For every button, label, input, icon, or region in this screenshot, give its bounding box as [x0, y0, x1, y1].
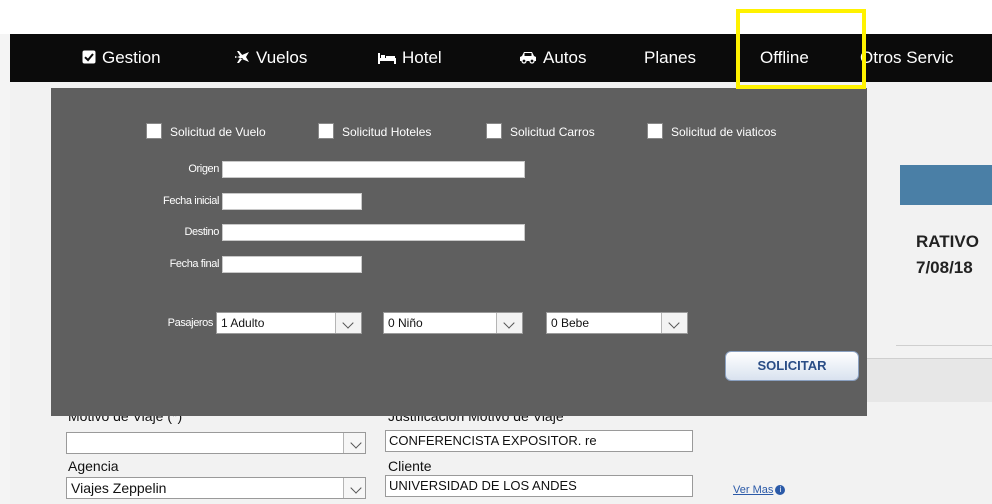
nav-label: Gestion: [102, 48, 161, 67]
info-icon: i: [775, 485, 786, 496]
chevron-down-icon[interactable]: [343, 478, 365, 498]
check-square-icon: [82, 35, 96, 83]
nav-label: Planes: [644, 48, 696, 67]
chevron-down-icon[interactable]: [335, 313, 361, 333]
agencia-label: Agencia: [68, 458, 119, 474]
nav-item-hotel[interactable]: Hotel: [378, 34, 442, 82]
ver-mas-link[interactable]: Ver Mas i: [733, 484, 786, 496]
adultos-value: 1 Adulto: [221, 316, 265, 330]
cliente-label: Cliente: [388, 458, 432, 474]
highlight-annotation: [736, 9, 866, 89]
section-header-band: [900, 165, 992, 205]
nav-item-autos[interactable]: Autos: [519, 34, 586, 82]
cliente-input[interactable]: UNIVERSIDAD DE LOS ANDES: [385, 475, 693, 497]
destino-input[interactable]: [222, 224, 525, 241]
checkbox-box[interactable]: [647, 123, 663, 139]
checkbox-solicitud-carros[interactable]: Solicitud Carros: [486, 123, 595, 139]
motivo-select[interactable]: [66, 432, 366, 454]
bed-icon: [378, 35, 396, 83]
checkbox-label: Solicitud Carros: [510, 125, 595, 139]
fecha-final-label: Fecha final: [169, 258, 220, 270]
checkbox-solicitud-viaticos[interactable]: Solicitud de viaticos: [647, 123, 776, 139]
chevron-down-icon[interactable]: [343, 433, 365, 453]
partial-heading: RATIVO: [916, 232, 979, 251]
checkbox-label: Solicitud de viaticos: [671, 125, 777, 139]
chevron-down-icon[interactable]: [496, 313, 522, 333]
plane-icon: [234, 35, 250, 83]
checkbox-solicitud-vuelo[interactable]: Solicitud de Vuelo: [146, 123, 266, 139]
divider: [896, 345, 992, 346]
checkbox-label: Solicitud Hoteles: [342, 125, 432, 139]
agencia-value: Viajes Zeppelin: [71, 480, 167, 496]
checkbox-box[interactable]: [486, 123, 502, 139]
car-icon: [519, 35, 537, 83]
checkbox-box[interactable]: [318, 123, 334, 139]
nav-item-planes[interactable]: Planes: [644, 34, 696, 82]
fecha-inicial-label: Fecha inicial: [163, 195, 219, 207]
pasajeros-label: Pasajeros: [167, 317, 214, 329]
adultos-select[interactable]: 1 Adulto: [216, 312, 362, 334]
nav-item-otros-servicios[interactable]: Otros Servic: [860, 34, 954, 82]
origen-input[interactable]: [222, 161, 525, 178]
bebes-select[interactable]: 0 Bebe: [546, 312, 688, 334]
nav-label: Autos: [543, 48, 587, 67]
nav-label: Otros Servic: [860, 48, 954, 67]
right-panel-box: [860, 358, 992, 402]
chevron-down-icon[interactable]: [661, 313, 687, 333]
destino-label: Destino: [184, 226, 220, 238]
solicitar-button[interactable]: SOLICITAR: [725, 351, 859, 381]
ver-mas-label: Ver Mas: [733, 484, 774, 496]
nav-label: Hotel: [402, 48, 442, 67]
agencia-select[interactable]: Viajes Zeppelin: [66, 477, 366, 499]
partial-date: 7/08/18: [916, 258, 973, 277]
bebes-value: 0 Bebe: [551, 316, 590, 330]
fecha-inicial-input[interactable]: [222, 193, 362, 210]
justificacion-input[interactable]: CONFERENCISTA EXPOSITOR. re: [385, 430, 693, 452]
nav-item-gestion[interactable]: Gestion: [82, 34, 161, 82]
nav-label: Vuelos: [256, 48, 308, 67]
fecha-final-input[interactable]: [222, 256, 362, 273]
checkbox-box[interactable]: [146, 123, 162, 139]
origen-label: Origen: [188, 163, 219, 175]
ninos-value: 0 Niño: [388, 316, 423, 330]
checkbox-label: Solicitud de Vuelo: [170, 125, 266, 139]
nav-item-vuelos[interactable]: Vuelos: [234, 34, 307, 82]
checkbox-solicitud-hoteles[interactable]: Solicitud Hoteles: [318, 123, 431, 139]
ninos-select[interactable]: 0 Niño: [383, 312, 523, 334]
